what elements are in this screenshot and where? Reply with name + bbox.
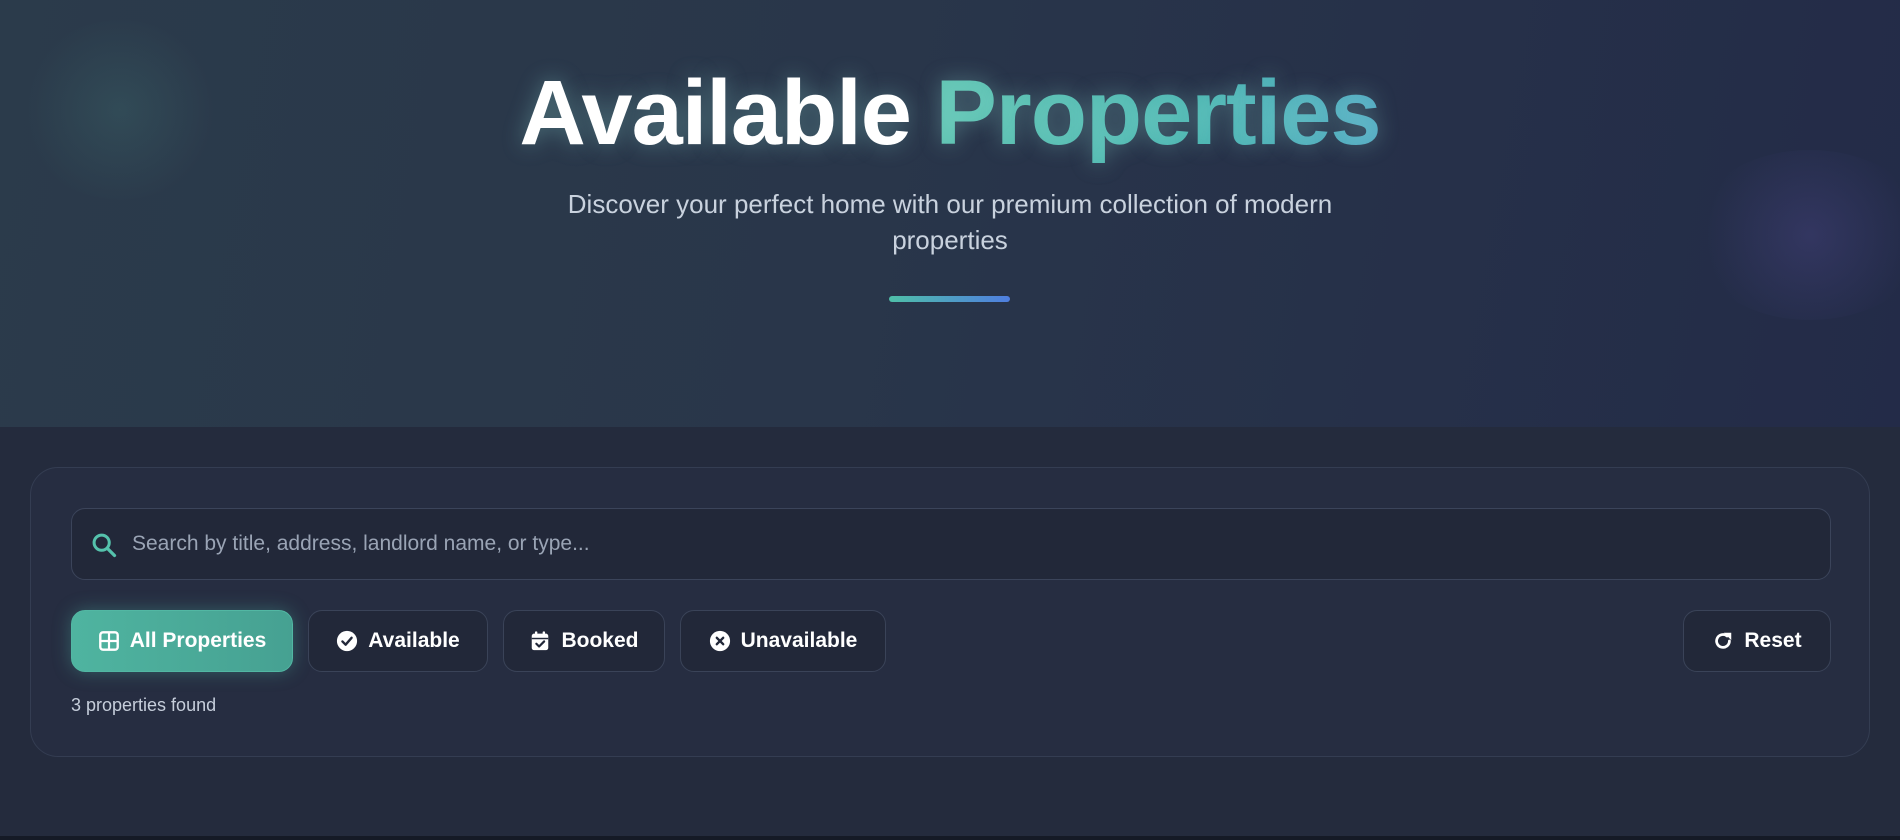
filter-booked-label: Booked: [561, 629, 639, 652]
filter-panel: All Properties Available Booked Unavaila…: [30, 467, 1870, 757]
reset-label: Reset: [1744, 629, 1802, 652]
search-box[interactable]: [71, 508, 1831, 580]
filter-all-properties-label: All Properties: [129, 629, 267, 652]
filter-booked-button[interactable]: Booked: [503, 610, 665, 672]
page-title: Available Properties: [0, 58, 1900, 168]
title-underline: [889, 296, 1010, 302]
property-cards-edge: [0, 836, 1900, 840]
filter-unavailable-label: Unavailable: [740, 629, 858, 652]
reset-button[interactable]: Reset: [1683, 610, 1831, 672]
refresh-icon: [1715, 632, 1732, 649]
results-count: 3 properties found: [71, 695, 217, 715]
grid-icon: [98, 631, 119, 651]
filter-all-properties-button[interactable]: All Properties: [71, 610, 293, 672]
page-title-main: Available: [519, 62, 912, 164]
check-circle-icon: [337, 630, 358, 652]
page-title-accent: Properties: [935, 62, 1382, 164]
hero-section: Available Properties Discover your perfe…: [0, 0, 1900, 427]
search-icon: [92, 533, 117, 558]
calendar-check-icon: [532, 631, 549, 651]
page-subtitle: Discover your perfect home with our prem…: [567, 189, 1333, 255]
filter-available-label: Available: [368, 629, 460, 652]
search-input[interactable]: [132, 509, 1812, 579]
x-circle-icon: [709, 630, 730, 652]
filter-unavailable-button[interactable]: Unavailable: [680, 610, 886, 672]
decorative-glow: [1690, 150, 1900, 320]
filter-available-button[interactable]: Available: [308, 610, 488, 672]
